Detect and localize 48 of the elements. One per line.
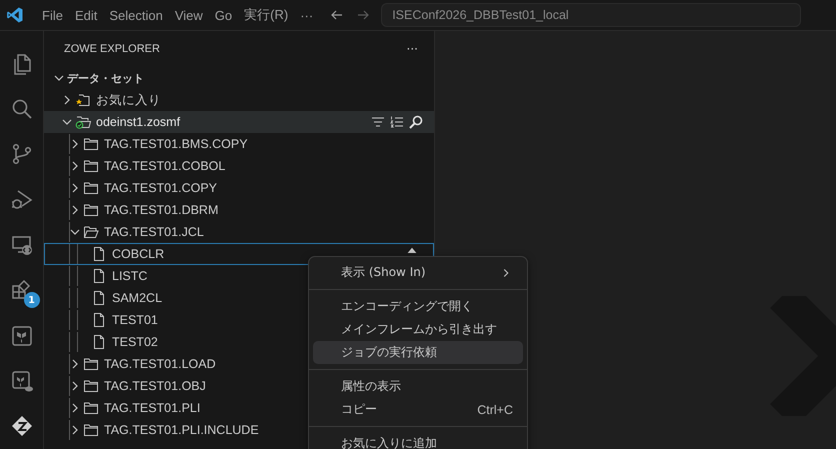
connected-folder-icon xyxy=(75,114,91,130)
search-icon[interactable] xyxy=(408,114,424,130)
tree-item[interactable]: TAG.TEST01.COPY xyxy=(44,177,434,199)
tree-item[interactable]: odeinst1.zosmf xyxy=(44,111,434,133)
menu-item[interactable]: 実行(R) xyxy=(238,6,294,24)
folder-icon xyxy=(83,400,99,416)
menu-item[interactable]: メインフレームから引き出す xyxy=(313,318,523,341)
tree-item[interactable]: TAG.TEST01.JCL xyxy=(44,221,434,243)
command-center[interactable]: ISEConf2026_DBBTest01_local xyxy=(381,3,802,27)
folder-icon xyxy=(83,158,99,174)
menu-item[interactable]: 属性の表示 xyxy=(313,375,523,398)
numbered-list-icon[interactable] xyxy=(389,114,405,130)
tree-item[interactable]: TAG.TEST01.DBRM xyxy=(44,199,434,221)
terraform-icon[interactable] xyxy=(10,324,34,348)
menu-item[interactable]: お気に入りに追加 xyxy=(313,432,523,449)
open-folder-icon xyxy=(83,224,99,240)
zowe-icon[interactable] xyxy=(10,414,34,438)
more-menu[interactable]: ··· xyxy=(294,8,320,22)
terraform-cloud-icon[interactable] xyxy=(10,368,34,393)
file-icon xyxy=(91,268,107,284)
menu-item[interactable]: エンコーディングで開く xyxy=(313,295,523,318)
tree-item[interactable]: TAG.TEST01.BMS.COPY xyxy=(44,133,434,155)
search-icon[interactable] xyxy=(10,96,34,121)
tree-item[interactable]: データ・セット xyxy=(44,67,434,89)
tree-item[interactable]: お気に入り xyxy=(44,89,434,111)
folder-icon xyxy=(83,378,99,394)
file-icon xyxy=(91,334,107,350)
menu-item[interactable]: コピー Ctrl+C xyxy=(313,398,523,421)
file-icon xyxy=(91,290,107,306)
menu-item[interactable]: ジョブの実行依頼 xyxy=(313,341,523,364)
folder-icon xyxy=(83,180,99,196)
tree-item[interactable]: TAG.TEST01.COBOL xyxy=(44,155,434,177)
notification-badge: 1 xyxy=(24,292,40,308)
menu-item[interactable]: View xyxy=(168,8,209,22)
favorites-folder-icon xyxy=(75,92,91,108)
folder-icon xyxy=(83,202,99,218)
menu-item[interactable]: Edit xyxy=(68,8,104,22)
file-icon xyxy=(91,246,107,262)
panel-title: ZOWE EXPLORER xyxy=(64,43,160,55)
menu-item[interactable]: File xyxy=(36,8,69,22)
menu-item[interactable]: Go xyxy=(208,8,238,22)
folder-icon xyxy=(83,422,99,438)
app-logo-icon xyxy=(6,6,24,24)
folder-icon xyxy=(83,356,99,372)
more-actions-button[interactable]: ··· xyxy=(406,42,418,56)
file-icon xyxy=(91,312,107,328)
folder-icon xyxy=(83,136,99,152)
menu-item[interactable]: Selection xyxy=(103,8,169,22)
